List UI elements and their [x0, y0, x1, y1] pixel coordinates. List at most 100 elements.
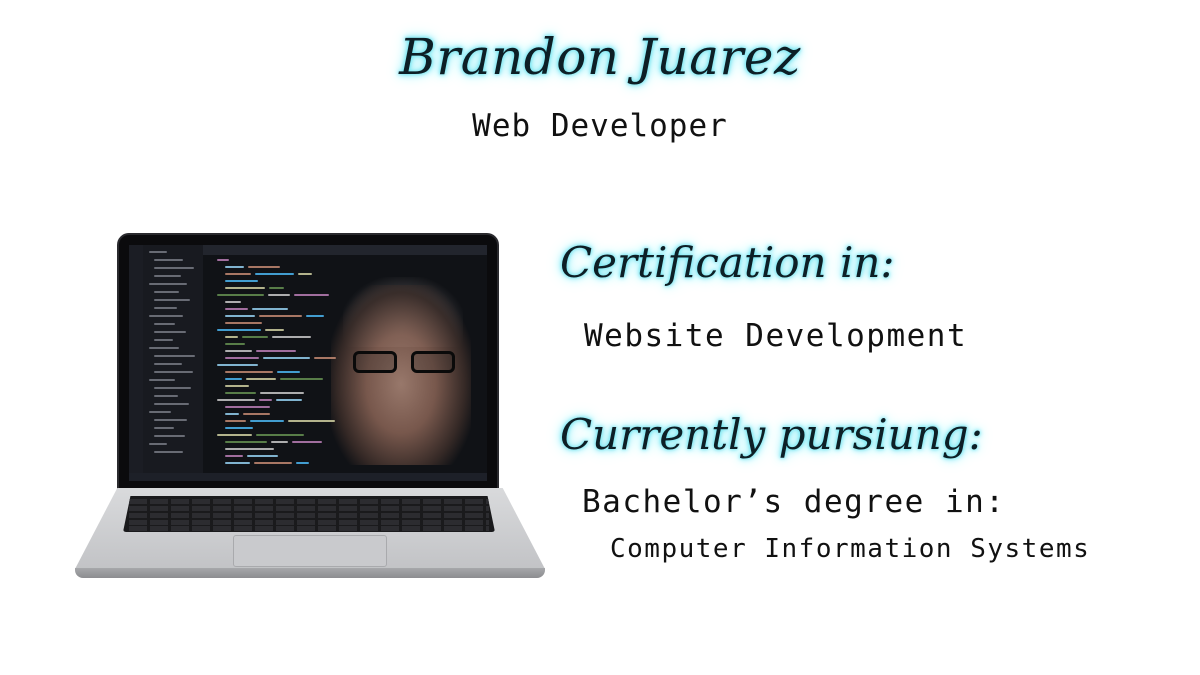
degree-label: Bachelor’s degree in:: [582, 484, 1006, 520]
laptop-screen: [129, 245, 487, 481]
code-line: [292, 441, 322, 443]
code-line: [294, 294, 329, 296]
explorer-item: [154, 291, 179, 293]
keyboard: [123, 496, 495, 532]
explorer-item: [154, 267, 194, 269]
code-line: [288, 420, 335, 422]
activity-bar: [129, 245, 143, 481]
code-line: [250, 420, 284, 422]
explorer-item: [149, 315, 183, 317]
laptop-front-edge: [75, 568, 545, 578]
code-line: [225, 350, 252, 352]
explorer-item: [154, 387, 191, 389]
explorer-item: [149, 251, 167, 253]
explorer-item: [154, 435, 185, 437]
code-line: [247, 455, 278, 457]
explorer-item: [154, 275, 181, 277]
pursuing-heading: Currently pursiung:: [560, 410, 983, 459]
explorer-item: [154, 363, 182, 365]
explorer-item: [149, 411, 171, 413]
code-line: [225, 371, 273, 373]
code-line: [225, 266, 244, 268]
explorer-item: [149, 283, 187, 285]
explorer-item: [154, 403, 189, 405]
code-line: [306, 315, 324, 317]
portrait-glasses: [353, 351, 463, 375]
code-line: [217, 329, 261, 331]
code-line: [225, 280, 258, 282]
explorer-item: [154, 395, 178, 397]
name-title: Brandon Juarez: [399, 28, 801, 86]
code-line: [280, 378, 323, 380]
code-line: [243, 413, 270, 415]
status-bar: [129, 473, 487, 481]
code-line: [254, 462, 292, 464]
code-line: [217, 434, 252, 436]
editor-tabs: [203, 245, 487, 255]
code-line: [225, 406, 270, 408]
code-line: [225, 315, 255, 317]
portrait-face: [331, 285, 471, 465]
explorer-item: [154, 259, 183, 261]
code-line: [225, 427, 253, 429]
major-label: Computer Information Systems: [610, 534, 1091, 564]
code-line: [259, 315, 302, 317]
code-line: [259, 399, 272, 401]
code-line: [269, 287, 284, 289]
code-line: [255, 273, 294, 275]
code-line: [225, 343, 245, 345]
certification-heading: Certification in:: [560, 238, 895, 287]
explorer-item: [149, 347, 179, 349]
code-line: [314, 357, 336, 359]
laptop-lid: [117, 233, 499, 491]
code-line: [225, 308, 248, 310]
code-line: [225, 322, 262, 324]
explorer-item: [154, 339, 173, 341]
code-line: [225, 357, 259, 359]
code-line: [248, 266, 280, 268]
code-line: [225, 420, 246, 422]
explorer-item: [154, 427, 174, 429]
file-explorer: [143, 245, 203, 481]
code-line: [225, 455, 243, 457]
explorer-item: [154, 307, 177, 309]
code-line: [225, 336, 238, 338]
code-line: [276, 399, 302, 401]
code-line: [265, 329, 284, 331]
explorer-item: [154, 371, 193, 373]
code-line: [225, 462, 250, 464]
code-line: [225, 413, 239, 415]
code-line: [225, 273, 251, 275]
code-line: [277, 371, 300, 373]
role-subtitle: Web Developer: [472, 108, 728, 144]
code-line: [256, 434, 304, 436]
code-line: [246, 378, 276, 380]
code-line: [217, 294, 264, 296]
code-line: [225, 301, 241, 303]
code-editor: [203, 255, 487, 473]
code-line: [217, 259, 229, 261]
code-line: [271, 441, 288, 443]
code-line: [217, 364, 258, 366]
trackpad: [233, 535, 387, 567]
code-line: [225, 392, 256, 394]
explorer-item: [154, 355, 195, 357]
explorer-item: [149, 443, 167, 445]
explorer-item: [154, 331, 186, 333]
code-line: [217, 399, 255, 401]
explorer-item: [154, 299, 190, 301]
code-line: [225, 448, 274, 450]
explorer-item: [154, 419, 187, 421]
laptop-image: [75, 230, 545, 585]
code-line: [252, 308, 288, 310]
code-line: [242, 336, 268, 338]
code-line: [225, 287, 265, 289]
certification-value: Website Development: [584, 318, 968, 354]
code-line: [263, 357, 310, 359]
explorer-item: [154, 323, 175, 325]
code-line: [225, 441, 267, 443]
code-line: [260, 392, 304, 394]
code-line: [256, 350, 296, 352]
code-line: [296, 462, 309, 464]
code-line: [225, 385, 249, 387]
